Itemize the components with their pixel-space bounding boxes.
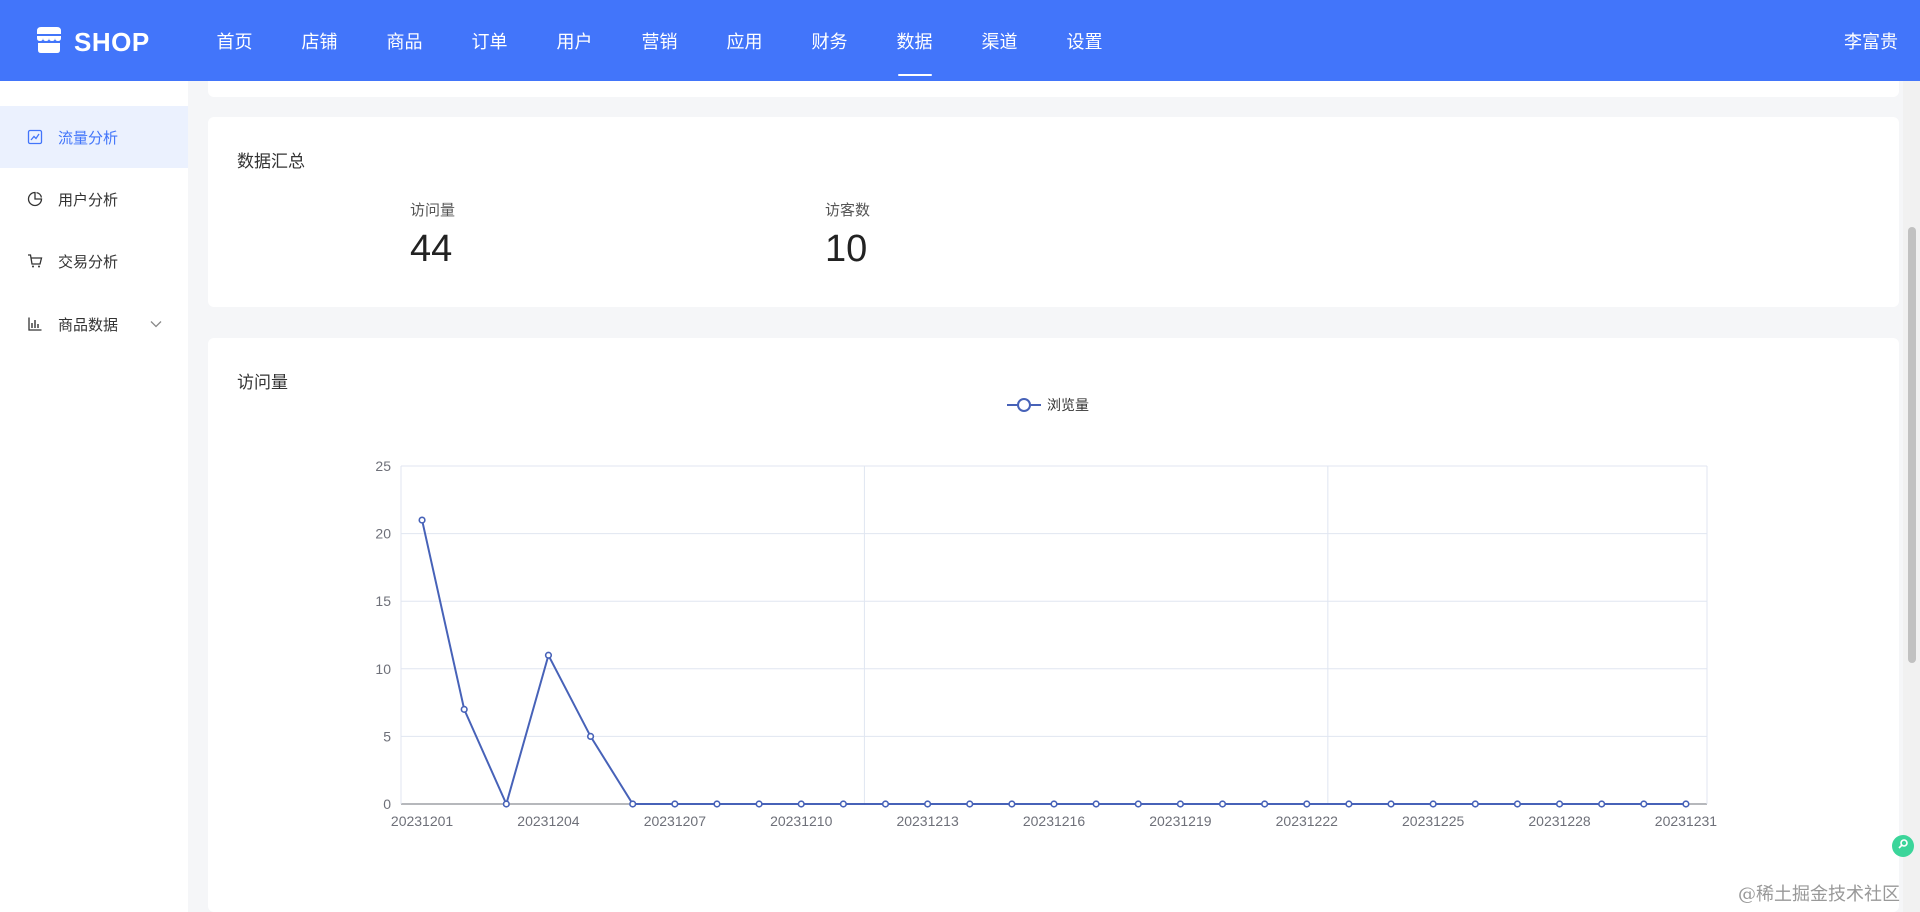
x-tick-label: 20231216 [1023,813,1086,829]
data-point [755,800,763,808]
x-tick-label: 20231201 [391,813,454,829]
data-point [1429,800,1437,808]
data-point [1261,800,1269,808]
data-point [881,800,890,808]
y-tick-label: 15 [375,593,391,609]
data-point [966,800,974,808]
y-tick-label: 0 [383,796,391,812]
data-point [1008,800,1016,808]
data-point [1640,800,1648,808]
data-point [418,516,426,524]
sidebar-item-transaction-analysis[interactable]: 交易分析 [0,230,188,292]
nav-item[interactable]: 营销 [617,0,702,81]
data-point [1513,800,1522,808]
logo-text: SHOP [74,27,150,57]
watermark: @稀土掘金技术社区 [1738,884,1900,905]
data-point [1345,800,1353,808]
nav-item[interactable]: 渠道 [957,0,1042,81]
bar-chart-icon [26,315,44,333]
nav-item[interactable]: 财务 [787,0,872,81]
data-point [1050,800,1058,808]
top-navigation-bar: SHOP 首页 店铺 商品 订单 用户 营销 应用 财务 数据 渠道 设置 李富贵 [0,0,1920,81]
stat-visitors: 访客数 10 [825,199,870,271]
stat-label: 访问量 [410,202,456,219]
sidebar-item-label: 交易分析 [58,253,119,271]
stat-value: 10 [825,228,868,270]
x-tick-label: 20231207 [644,813,707,829]
data-point [1092,800,1100,808]
data-point [1682,800,1690,808]
data-point [544,651,553,659]
sidebar: 流量分析 用户分析 交易分析 商品数据 [0,81,188,912]
line-chart-icon [26,128,44,146]
data-point [1176,800,1184,808]
main-nav: 首页 店铺 商品 订单 用户 营销 应用 财务 数据 渠道 设置 [192,0,1127,81]
sidebar-item-label: 商品数据 [58,316,119,334]
cart-icon [26,252,44,270]
stat-label: 访客数 [825,202,871,219]
scrollbar-thumb[interactable] [1908,227,1916,663]
legend-label: 浏览量 [1047,397,1089,413]
data-point [1555,800,1564,808]
user-name[interactable]: 李富贵 [1844,0,1898,81]
data-point [839,800,847,808]
nav-item[interactable]: 店铺 [277,0,362,81]
nav-item[interactable]: 设置 [1042,0,1127,81]
x-tick-label: 20231225 [1402,813,1465,829]
nav-item[interactable]: 应用 [702,0,787,81]
x-tick-label: 20231213 [896,813,959,829]
scrollbar-track[interactable] [1903,81,1920,912]
x-tick-label: 20231204 [517,813,580,829]
floating-helper-button[interactable] [1892,835,1914,857]
link-icon [1897,837,1909,855]
series-line [421,519,1686,807]
pie-chart-icon [26,190,44,208]
chevron-down-icon[interactable] [149,317,163,331]
x-tick-label: 20231219 [1149,813,1212,829]
legend-marker [1017,398,1031,412]
data-point [1598,800,1606,808]
data-point [1387,800,1395,808]
data-point [1471,800,1479,808]
data-point [586,732,595,741]
summary-title: 数据汇总 [237,152,305,171]
nav-item[interactable]: 订单 [447,0,532,81]
x-tick-label: 20231210 [770,813,833,829]
data-point [460,705,468,713]
stat-value: 44 [410,228,453,270]
data-point [671,800,679,808]
sidebar-item-traffic-analysis[interactable]: 流量分析 [0,106,188,168]
visits-chart-card: 访问量 0 5 10 15 20 25 20231201 20231204 20231207 20… [208,338,1899,912]
previous-card-edge [208,81,1899,97]
data-point [713,800,721,808]
data-point [629,800,637,808]
data-point [797,800,805,808]
sidebar-item-user-analysis[interactable]: 用户分析 [0,168,188,230]
shop-store-icon [34,25,64,60]
x-tick-label: 20231231 [1655,813,1718,829]
x-tick-label: 20231228 [1528,813,1591,829]
data-point [1303,800,1311,808]
sidebar-item-label: 流量分析 [58,129,119,147]
data-point [1218,800,1227,808]
y-tick-label: 5 [383,728,391,744]
y-tick-label: 20 [375,526,391,542]
sidebar-item-label: 用户分析 [58,191,119,209]
stat-visits: 访问量 44 [410,199,455,271]
x-tick-label: 20231222 [1276,813,1339,829]
data-point [502,800,510,808]
data-point [1134,800,1142,808]
nav-item[interactable]: 用户 [532,0,617,81]
data-point [924,800,932,808]
data-summary-card: 数据汇总 访问量 44 访客数 10 [208,117,1899,307]
nav-item[interactable]: 首页 [192,0,277,81]
y-tick-label: 25 [375,458,391,474]
sidebar-item-product-data[interactable]: 商品数据 [0,293,188,355]
logo[interactable]: SHOP [34,25,150,60]
nav-item[interactable]: 商品 [362,0,447,81]
visits-line-chart: 0 5 10 15 20 25 20231201 20231204 20231207 202312… [375,397,1718,829]
nav-item[interactable]: 数据 [872,0,957,81]
y-tick-label: 10 [375,661,391,677]
